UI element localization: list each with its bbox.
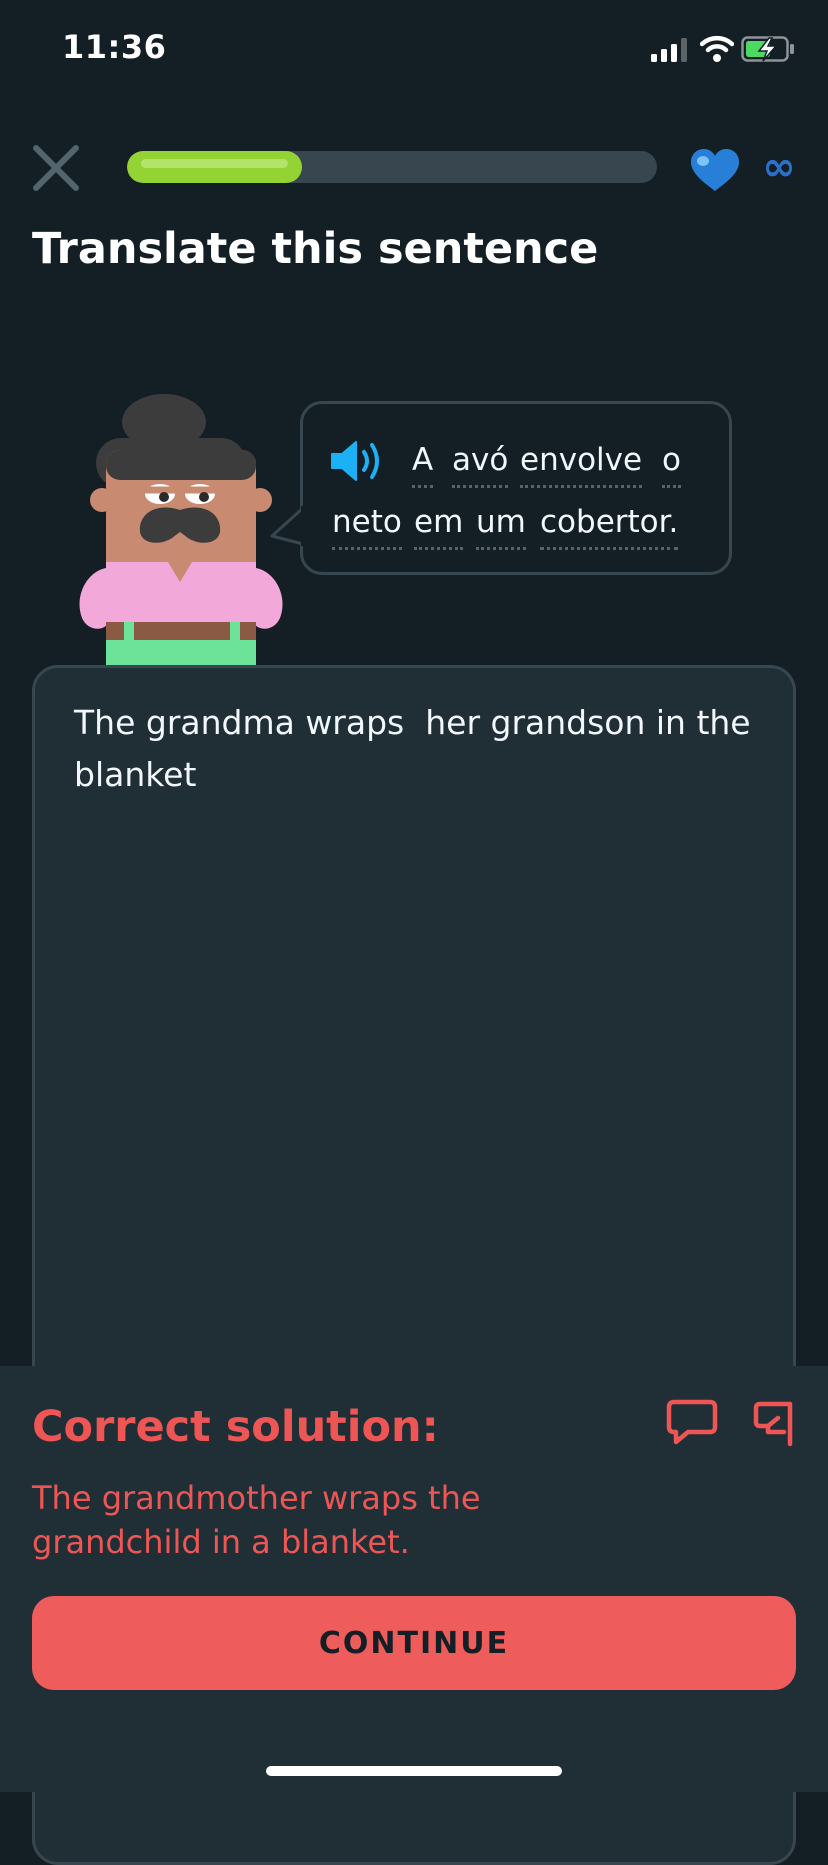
battery-charging-icon bbox=[741, 36, 794, 62]
comment-icon[interactable] bbox=[666, 1398, 718, 1446]
correct-solution-text: The grandmother wraps the grandchild in … bbox=[32, 1479, 481, 1561]
home-indicator bbox=[266, 1766, 562, 1776]
continue-button[interactable]: CONTINUE bbox=[32, 1596, 796, 1690]
word-token[interactable]: cobertor. bbox=[540, 504, 679, 550]
signal-icon bbox=[651, 38, 687, 62]
word-token[interactable]: avó bbox=[452, 442, 509, 488]
word-token[interactable]: o bbox=[662, 442, 681, 488]
result-title: Correct solution: bbox=[32, 1402, 439, 1452]
answer-text: The grandma wraps her grandson in the bl… bbox=[74, 703, 762, 794]
word-token[interactable]: envolve bbox=[520, 442, 643, 488]
page-title: Translate this sentence bbox=[32, 224, 599, 274]
word-token[interactable]: A bbox=[412, 442, 434, 488]
speaker-icon[interactable] bbox=[330, 440, 386, 482]
word-token[interactable]: um bbox=[476, 504, 526, 550]
word-token[interactable]: em bbox=[414, 504, 464, 550]
speech-bubble-tail bbox=[270, 506, 304, 546]
character-illustration bbox=[79, 394, 283, 668]
progress-bar bbox=[127, 151, 657, 183]
wifi-icon bbox=[700, 35, 734, 62]
heart-icon[interactable] bbox=[688, 147, 742, 193]
progress-bar-highlight bbox=[141, 159, 288, 168]
word-token[interactable]: neto bbox=[332, 504, 402, 550]
flag-icon[interactable] bbox=[750, 1398, 798, 1448]
infinity-icon: ∞ bbox=[762, 144, 796, 190]
close-icon[interactable] bbox=[30, 142, 82, 194]
status-time: 11:36 bbox=[62, 28, 167, 66]
